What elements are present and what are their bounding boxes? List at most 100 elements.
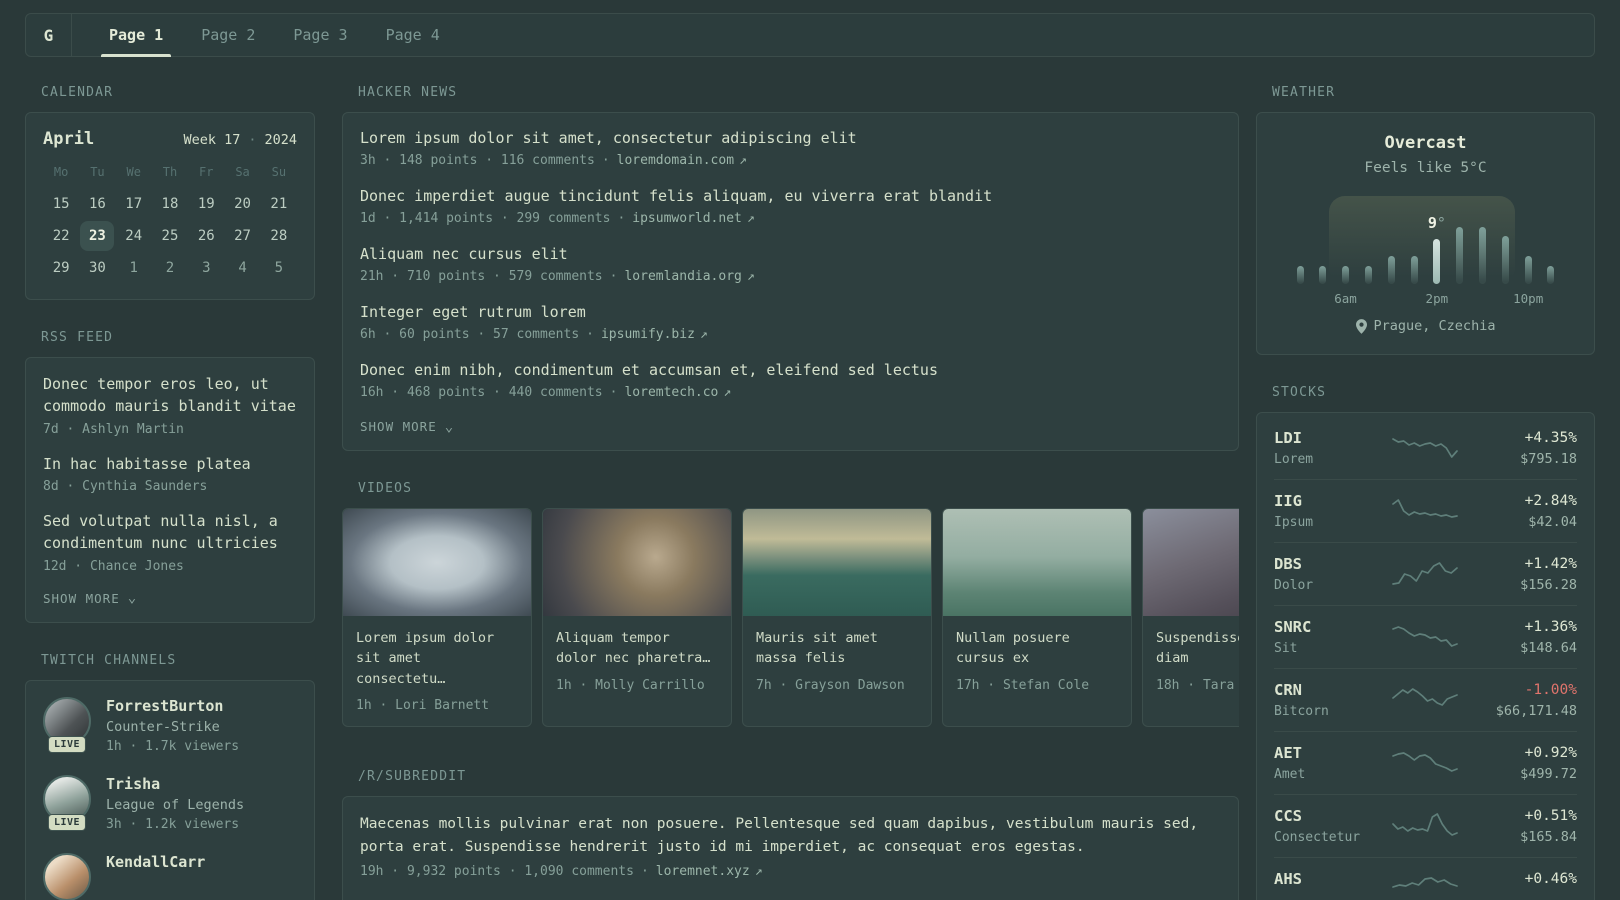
stock-row[interactable]: AHS +0.46% — [1274, 857, 1577, 900]
stock-row[interactable]: SNRC Sit +1.36% $148.64 — [1274, 605, 1577, 668]
stock-name: Ipsum — [1274, 515, 1314, 530]
hn-item-domain-link[interactable]: ipsumworld.net ↗ — [632, 211, 754, 226]
stock-price: $795.18 — [1520, 450, 1577, 467]
tab-page-4[interactable]: Page 4 — [372, 14, 454, 56]
hn-item-domain-link[interactable]: ipsumify.biz ↗ — [601, 327, 708, 342]
video-card[interactable]: Nullam posuere cursus ex 17h · Stefan Co… — [942, 508, 1132, 727]
weather-card: Overcast Feels like 5°C 9° 6am 2pm 10pm — [1256, 112, 1595, 355]
video-card[interactable]: Aliquam tempor dolor nec pharetra… 1h · … — [542, 508, 732, 727]
subreddit-card: Maecenas mollis pulvinar erat non posuer… — [342, 795, 1239, 900]
hn-item-stats: 3h · 148 points · 116 comments — [360, 153, 595, 168]
rss-item-title[interactable]: Sed volutpat nulla nisl, a condimentum n… — [43, 511, 297, 555]
weekday-label: Sa — [235, 165, 250, 179]
rss-item-title[interactable]: Donec tempor eros leo, ut commodo mauris… — [43, 374, 297, 418]
video-title[interactable]: Suspendisse diam — [1156, 628, 1239, 669]
channel-avatar[interactable] — [43, 852, 91, 900]
chevron-down-icon: ⌄ — [127, 590, 138, 607]
video-thumbnail[interactable] — [943, 509, 1131, 616]
video-title[interactable]: Lorem ipsum dolor sit amet consectetu… — [356, 628, 518, 689]
twitch-channel-row[interactable]: LIVE ForrestBurton Counter-Strike 1h · 1… — [43, 696, 297, 759]
video-meta: 17h · Stefan Cole — [956, 677, 1090, 693]
stock-change: +1.36% — [1524, 618, 1577, 635]
video-title[interactable]: Aliquam tempor dolor nec pharetra… — [556, 628, 718, 669]
hn-item-title[interactable]: Lorem ipsum dolor sit amet, consectetur … — [360, 129, 1221, 147]
stock-row[interactable]: AET Amet +0.92% $499.72 — [1274, 731, 1577, 794]
hn-item-title[interactable]: Donec imperdiet augue tincidunt felis al… — [360, 187, 1221, 205]
calendar-day: 17 — [125, 196, 143, 212]
stock-row[interactable]: LDI Lorem +4.35% $795.18 — [1274, 417, 1577, 479]
calendar-day-next-month: 2 — [165, 260, 175, 276]
videos-row: Lorem ipsum dolor sit amet consectetu… 1… — [342, 508, 1239, 727]
reddit-post-title[interactable]: Maecenas mollis pulvinar erat non posuer… — [360, 813, 1221, 859]
stocks-card: LDI Lorem +4.35% $795.18 IIG Ipsum +2.84… — [1256, 412, 1595, 900]
dot-separator: · — [601, 153, 610, 168]
hn-item: Aliquam nec cursus elit 21h · 710 points… — [360, 245, 1221, 284]
stock-row[interactable]: CCS Consectetur +0.51% $165.84 — [1274, 794, 1577, 857]
reddit-post-domain-link[interactable]: loremnet.xyz ↗ — [656, 864, 763, 879]
calendar-day: 25 — [161, 228, 179, 244]
stock-sparkline — [1391, 438, 1458, 458]
video-thumbnail[interactable] — [543, 509, 731, 616]
twitch-channel-row[interactable]: KendallCarr — [43, 852, 297, 900]
calendar-day-next-month: 3 — [202, 260, 211, 276]
video-card[interactable]: Suspendisse diam 18h · Tara — [1142, 508, 1239, 727]
left-column: CALENDAR April Week 17 · 2024 Mo Tu We T… — [25, 85, 315, 900]
hn-item-title[interactable]: Aliquam nec cursus elit — [360, 245, 1221, 263]
app-logo[interactable]: G — [26, 14, 72, 56]
hn-show-more-button[interactable]: SHOW MORE ⌄ — [360, 419, 1221, 434]
video-thumbnail[interactable] — [743, 509, 931, 616]
calendar-day-selected: 23 — [80, 221, 115, 251]
video-card[interactable]: Mauris sit amet massa felis 7h · Grayson… — [742, 508, 932, 727]
video-meta: 18h · Tara — [1156, 677, 1235, 693]
hn-item-title[interactable]: Integer eget rutrum lorem — [360, 303, 1221, 321]
rss-item-title[interactable]: In hac habitasse platea — [43, 454, 297, 476]
channel-name[interactable]: KendallCarr — [106, 853, 205, 871]
calendar-card: April Week 17 · 2024 Mo Tu We Th Fr Sa S… — [25, 112, 315, 300]
temp-bar — [1524, 256, 1532, 284]
video-thumbnail[interactable] — [343, 509, 531, 616]
video-card[interactable]: Lorem ipsum dolor sit amet consectetu… 1… — [342, 508, 532, 727]
hn-item-meta: 16h · 468 points · 440 comments · loremt… — [360, 385, 1221, 400]
calendar-day: 22 — [52, 228, 70, 244]
calendar-day-next-month: 1 — [129, 260, 138, 276]
hn-item: Donec imperdiet augue tincidunt felis al… — [360, 187, 1221, 226]
stock-sparkline — [1391, 813, 1458, 836]
hn-item-title[interactable]: Donec enim nibh, condimentum et accumsan… — [360, 361, 1221, 379]
channel-name[interactable]: ForrestBurton — [106, 697, 239, 715]
temp-bar-current — [1433, 239, 1441, 284]
hn-item-domain-link[interactable]: loremtech.co ↗ — [624, 385, 731, 400]
weather-hourly-chart: 9° 6am 2pm 10pm — [1296, 196, 1555, 306]
temp-bar — [1296, 266, 1304, 284]
hn-item-domain-link[interactable]: loremlandia.org ↗ — [624, 269, 754, 284]
hn-item-stats: 1d · 1,414 points · 299 comments — [360, 211, 611, 226]
tab-page-1[interactable]: Page 1 — [95, 14, 177, 57]
stock-price: $148.64 — [1520, 639, 1577, 656]
video-title[interactable]: Mauris sit amet massa felis — [756, 628, 918, 669]
video-thumbnail[interactable] — [1143, 509, 1239, 616]
stock-row[interactable]: IIG Ipsum +2.84% $42.04 — [1274, 479, 1577, 542]
external-link-icon: ↗ — [754, 863, 763, 879]
video-title[interactable]: Nullam posuere cursus ex — [956, 628, 1118, 669]
middle-column: HACKER NEWS Lorem ipsum dolor sit amet, … — [342, 85, 1239, 900]
tab-page-2[interactable]: Page 2 — [187, 14, 269, 56]
hn-item-domain-link[interactable]: loremdomain.com ↗ — [617, 153, 747, 168]
rss-show-more-button[interactable]: SHOW MORE ⌄ — [43, 591, 297, 606]
stock-price — [1467, 892, 1577, 900]
weekday-label: Fr — [199, 165, 214, 179]
subreddit-widget-title: /R/SUBREDDIT — [358, 768, 467, 784]
calendar-day: 26 — [197, 228, 215, 244]
hackernews-card: Lorem ipsum dolor sit amet, consectetur … — [342, 112, 1239, 451]
twitch-channel-row[interactable]: LIVE Trisha League of Legends 3h · 1.2k … — [43, 774, 297, 837]
weather-condition: Overcast — [1384, 133, 1467, 153]
stock-row[interactable]: CRN Bitcorn -1.00% $66,171.48 — [1274, 668, 1577, 731]
tab-page-3[interactable]: Page 3 — [279, 14, 361, 56]
weather-location[interactable]: Prague, Czechia — [1274, 318, 1577, 334]
external-link-icon: ↗ — [739, 153, 747, 168]
current-temp-label: 9° — [1427, 214, 1446, 232]
calendar-day: 27 — [234, 228, 251, 244]
stock-sparkline — [1391, 626, 1458, 647]
stock-name: Dolor — [1274, 578, 1314, 593]
stock-row[interactable]: DBS Dolor +1.42% $156.28 — [1274, 542, 1577, 605]
channel-name[interactable]: Trisha — [106, 775, 244, 793]
stock-ticker: IIG — [1274, 492, 1302, 510]
